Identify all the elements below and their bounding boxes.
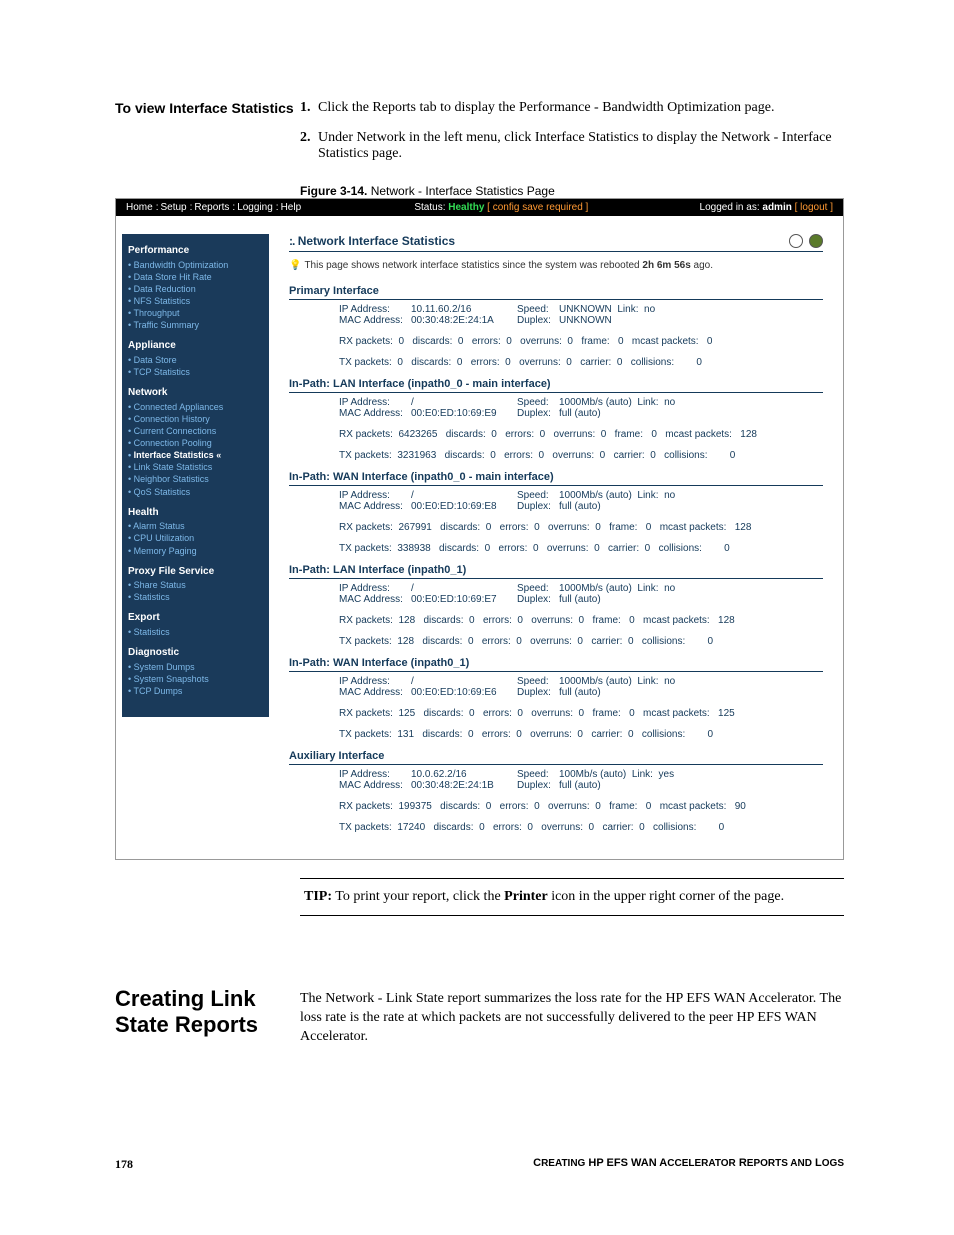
interface-header: Auxiliary Interface: [289, 750, 823, 765]
sidebar-heading: Appliance: [128, 339, 263, 353]
sidebar-item[interactable]: Data Store Hit Rate: [128, 271, 263, 283]
app-topbar: Home:Setup:Reports:Logging:Help Status: …: [116, 199, 843, 216]
logout-link[interactable]: [ logout ]: [795, 202, 833, 213]
sidebar-item[interactable]: NFS Statistics: [128, 295, 263, 307]
sidebar-item[interactable]: Connected Appliances: [128, 401, 263, 413]
sidebar-item[interactable]: Neighbor Statistics: [128, 473, 263, 485]
footer-title: CREATING HP EFS WAN ACCELERATOR REPORTS …: [533, 1157, 844, 1172]
page-footer: 178 CREATING HP EFS WAN ACCELERATOR REPO…: [115, 1157, 844, 1172]
sidebar-item[interactable]: Data Store: [128, 354, 263, 366]
sidebar-item[interactable]: Statistics: [128, 591, 263, 603]
status-text: Status: Healthy [ config save required ]: [414, 202, 588, 213]
sidebar-item[interactable]: TCP Statistics: [128, 366, 263, 378]
interface-block: IP Address:/Speed:1000Mb/s (auto) Link: …: [289, 676, 823, 740]
sidebar-item[interactable]: Traffic Summary: [128, 319, 263, 331]
page-title: :. Network Interface Statistics: [289, 234, 455, 248]
menu-setup[interactable]: Setup: [160, 202, 186, 213]
sidebar-item[interactable]: Share Status: [128, 579, 263, 591]
sidebar-heading: Health: [128, 506, 263, 520]
sidebar-heading: Diagnostic: [128, 646, 263, 660]
sidebar-item[interactable]: Memory Paging: [128, 545, 263, 557]
sidebar-heading: Export: [128, 611, 263, 625]
menu-logging[interactable]: Logging: [237, 202, 273, 213]
interface-header: In-Path: LAN Interface (inpath0_1): [289, 564, 823, 579]
sidebar-item[interactable]: Interface Statistics: [128, 449, 263, 461]
step-1: 1. Click the Reports tab to display the …: [300, 100, 844, 116]
interface-block: IP Address:10.0.62.2/16Speed:100Mb/s (au…: [289, 769, 823, 833]
interface-block: IP Address:/Speed:1000Mb/s (auto) Link: …: [289, 583, 823, 647]
menu-home[interactable]: Home: [126, 202, 153, 213]
login-info: Logged in as: admin [ logout ]: [700, 202, 833, 213]
interface-header: In-Path: WAN Interface (inpath0_1): [289, 657, 823, 672]
page-number: 178: [115, 1157, 133, 1172]
title-icons: [786, 234, 823, 248]
sidebar-item[interactable]: TCP Dumps: [128, 685, 263, 697]
interface-header: In-Path: WAN Interface (inpath0_0 - main…: [289, 471, 823, 486]
interface-block: IP Address:/Speed:1000Mb/s (auto) Link: …: [289, 490, 823, 554]
sidebar-item[interactable]: Connection Pooling: [128, 437, 263, 449]
sidebar-item[interactable]: Connection History: [128, 413, 263, 425]
sidebar-item[interactable]: System Snapshots: [128, 673, 263, 685]
sidebar-heading: Performance: [128, 244, 263, 258]
sidebar-item[interactable]: Alarm Status: [128, 520, 263, 532]
sidebar-heading: Network: [128, 386, 263, 400]
interface-header: Primary Interface: [289, 285, 823, 300]
help-icon[interactable]: [789, 234, 803, 248]
sidebar-nav: PerformanceBandwidth OptimizationData St…: [122, 234, 269, 717]
interface-block: IP Address:10.11.60.2/16Speed:UNKNOWN Li…: [289, 304, 823, 368]
sidebar-item[interactable]: Statistics: [128, 626, 263, 638]
menu-reports[interactable]: Reports: [194, 202, 229, 213]
sidebar-item[interactable]: Throughput: [128, 307, 263, 319]
section2-body: The Network - Link State report summariz…: [300, 986, 844, 1047]
sidebar-item[interactable]: Current Connections: [128, 425, 263, 437]
sidebar-item[interactable]: Link State Statistics: [128, 461, 263, 473]
sidebar-heading: Proxy File Service: [128, 565, 263, 579]
section-heading: To view Interface Statistics: [115, 100, 300, 176]
interface-block: IP Address:/Speed:1000Mb/s (auto) Link: …: [289, 397, 823, 461]
figure-caption: Figure 3-14. Network - Interface Statist…: [300, 184, 844, 198]
info-note: 💡This page shows network interface stati…: [289, 260, 823, 271]
tip-box: TIP: To print your report, click the Pri…: [300, 878, 844, 916]
printer-icon[interactable]: [809, 234, 823, 248]
section2-heading: Creating Link State Reports: [115, 986, 300, 1047]
sidebar-item[interactable]: Bandwidth Optimization: [128, 259, 263, 271]
step-2: 2. Under Network in the left menu, click…: [300, 130, 844, 162]
menu-help[interactable]: Help: [281, 202, 302, 213]
sidebar-item[interactable]: Data Reduction: [128, 283, 263, 295]
sidebar-item[interactable]: QoS Statistics: [128, 486, 263, 498]
top-menu[interactable]: Home:Setup:Reports:Logging:Help: [126, 202, 303, 213]
interface-header: In-Path: LAN Interface (inpath0_0 - main…: [289, 378, 823, 393]
sidebar-item[interactable]: System Dumps: [128, 661, 263, 673]
sidebar-item[interactable]: CPU Utilization: [128, 532, 263, 544]
screenshot-figure: Home:Setup:Reports:Logging:Help Status: …: [115, 198, 844, 860]
